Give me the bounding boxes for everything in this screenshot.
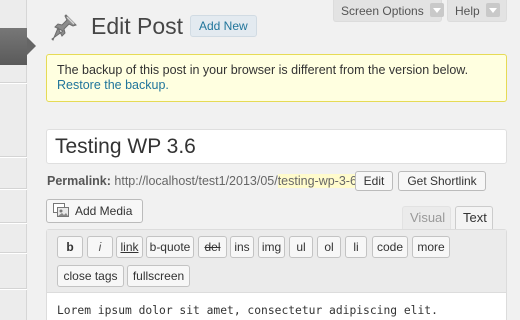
add-new-button[interactable]: Add New: [190, 15, 257, 37]
screen-options-tab[interactable]: Screen Options: [333, 0, 444, 22]
quicktag-img-button[interactable]: img: [258, 236, 285, 258]
quicktag-del-button[interactable]: del: [198, 236, 227, 258]
quicktags-toolbar: b i link b-quote del ins img ul ol li co…: [47, 230, 506, 293]
quicktag-ul-button[interactable]: ul: [289, 236, 313, 258]
quicktag-more-button[interactable]: more: [412, 236, 450, 258]
admin-menu: [0, 0, 27, 320]
tab-text[interactable]: Text: [455, 206, 493, 230]
permalink-base: http://localhost/test1/2013/05/: [110, 174, 278, 188]
post-title-input[interactable]: Testing WP 3.6: [46, 129, 507, 164]
menu-separator: [0, 189, 27, 190]
notice-message: The backup of this post in your browser …: [57, 63, 469, 77]
menu-separator: [0, 289, 27, 290]
quicktag-bold-button[interactable]: b: [57, 236, 83, 258]
current-menu-arrow-icon: [27, 37, 36, 55]
tab-visual[interactable]: Visual: [402, 206, 451, 230]
admin-menu-current-item[interactable]: [0, 28, 27, 65]
quicktag-close-tags-button[interactable]: close tags: [57, 265, 124, 287]
permalink-row: Permalink: http://localhost/test1/2013/0…: [47, 172, 360, 190]
permalink-slug[interactable]: testing-wp-3-6: [277, 174, 357, 188]
quicktag-italic-button[interactable]: i: [87, 236, 113, 258]
add-media-button[interactable]: Add Media: [46, 199, 143, 223]
quicktag-ins-button[interactable]: ins: [230, 236, 254, 258]
restore-backup-link[interactable]: Restore the backup.: [57, 78, 496, 93]
menu-separator: [0, 83, 27, 84]
get-shortlink-button[interactable]: Get Shortlink: [398, 171, 486, 191]
page-title: Edit Post: [91, 13, 184, 39]
quicktag-fullscreen-button[interactable]: fullscreen: [127, 265, 190, 287]
backup-notice: The backup of this post in your browser …: [46, 54, 507, 102]
screen-options-label: Screen Options: [341, 4, 424, 18]
pushpin-icon: [51, 14, 77, 41]
help-label: Help: [455, 4, 480, 18]
post-content-textarea[interactable]: Lorem ipsum dolor sit amet, consectetur …: [57, 304, 438, 317]
menu-separator: [0, 253, 27, 254]
quicktag-link-button[interactable]: link: [116, 236, 143, 258]
post-content-editor: b i link b-quote del ins img ul ol li co…: [46, 229, 507, 320]
quicktag-ol-button[interactable]: ol: [317, 236, 341, 258]
quicktag-blockquote-button[interactable]: b-quote: [146, 236, 194, 258]
menu-separator: [0, 223, 27, 224]
permalink-label: Permalink:: [47, 174, 111, 188]
help-tab[interactable]: Help: [447, 0, 507, 22]
quicktag-code-button[interactable]: code: [372, 236, 408, 258]
add-media-label: Add Media: [75, 204, 133, 218]
chevron-down-icon: [485, 3, 500, 17]
media-icon: [53, 203, 69, 217]
chevron-down-icon: [429, 3, 444, 17]
edit-permalink-button[interactable]: Edit: [355, 171, 393, 191]
quicktag-li-button[interactable]: li: [345, 236, 367, 258]
menu-separator: [0, 157, 27, 158]
